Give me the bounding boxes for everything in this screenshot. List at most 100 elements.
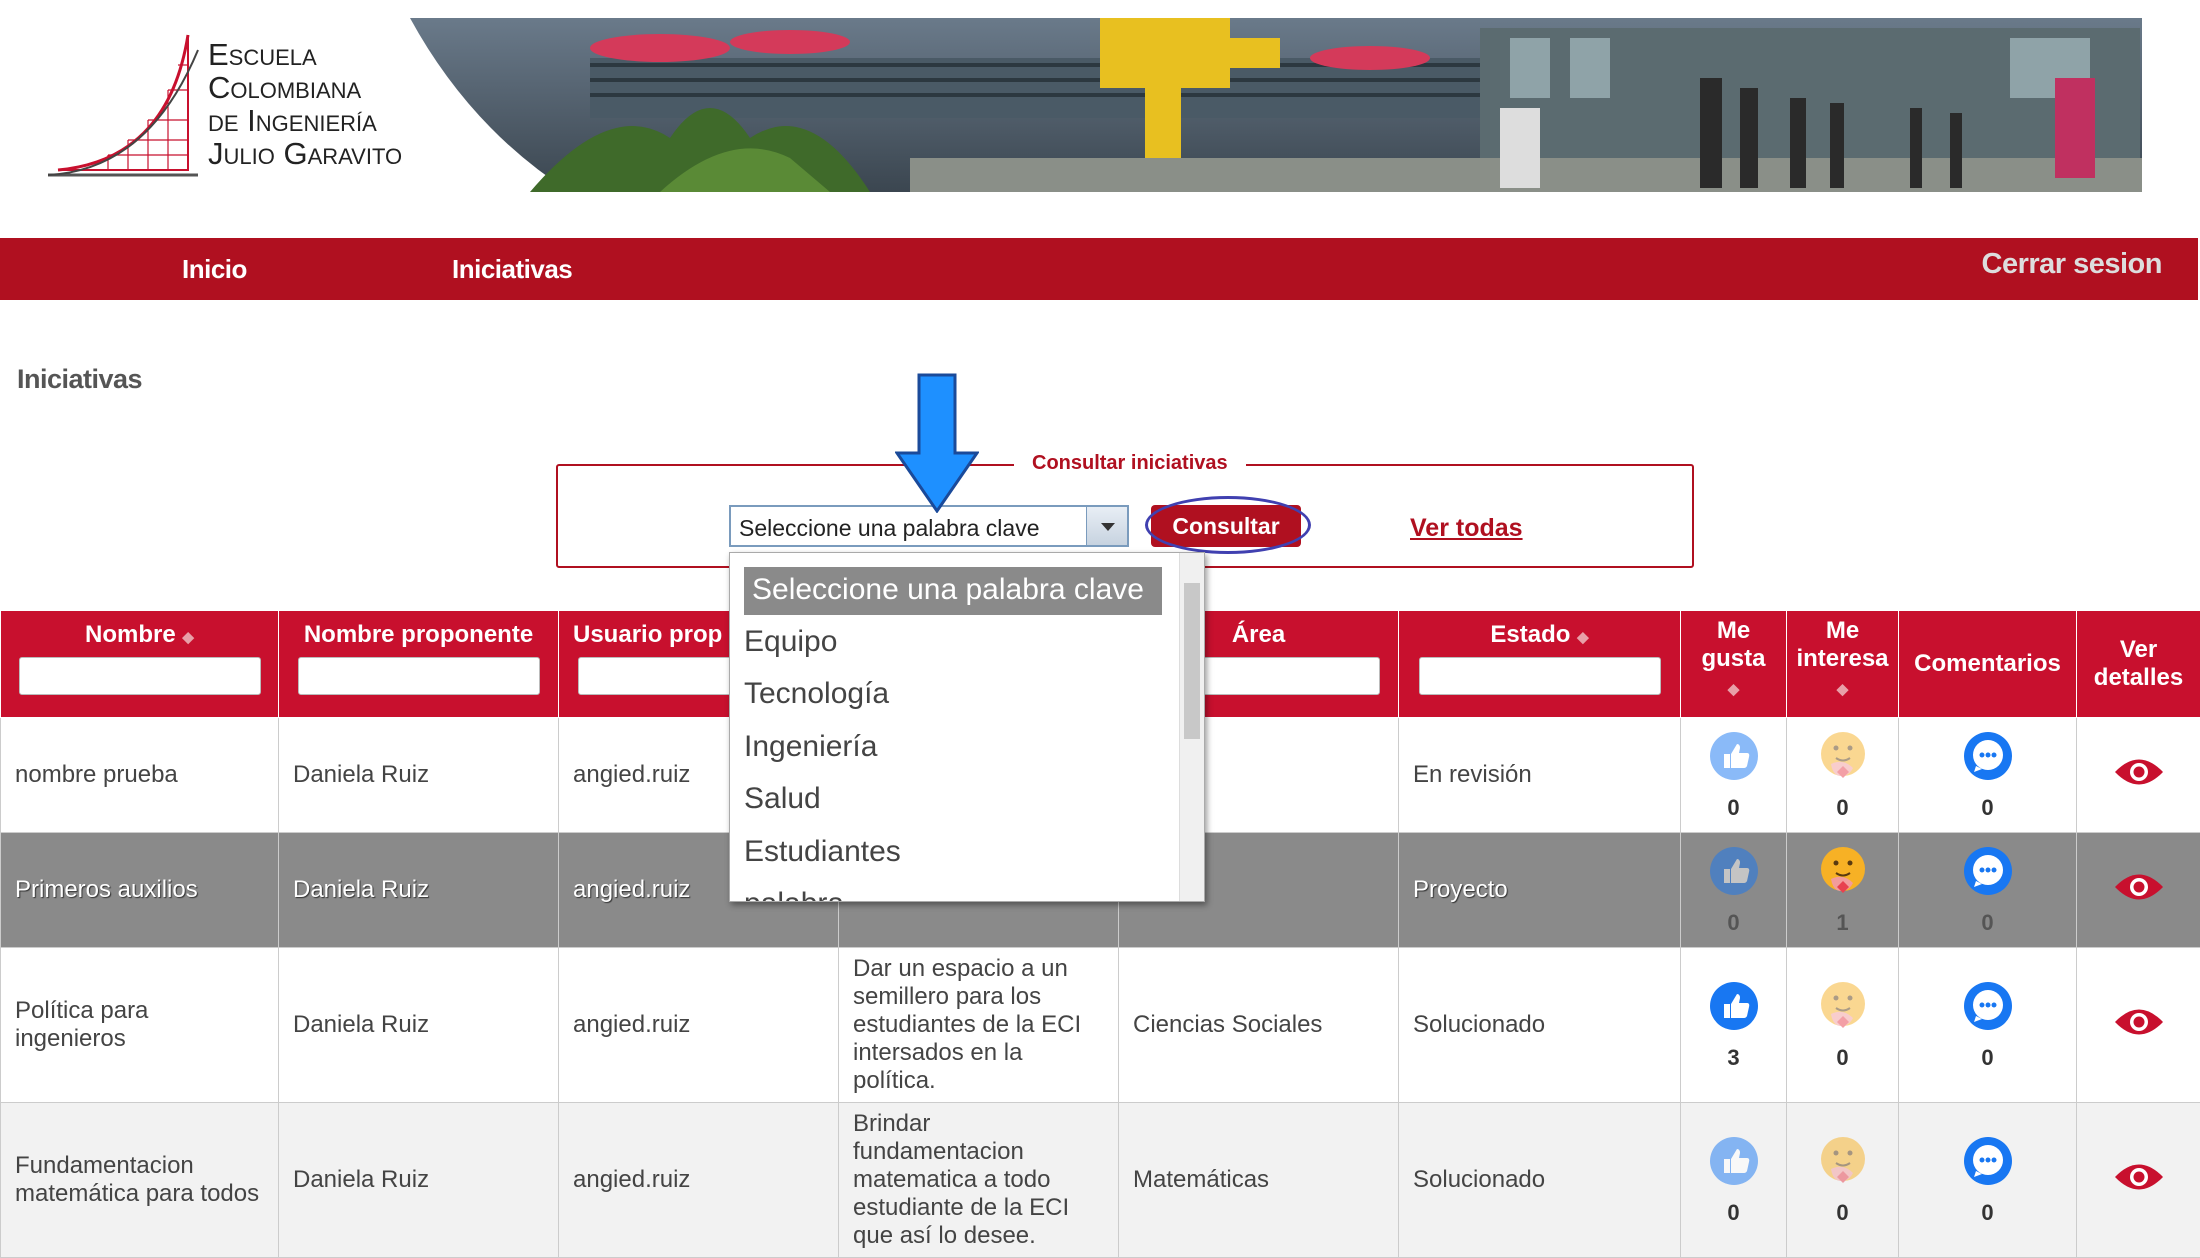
like-count: 0 [1727,910,1739,936]
dropdown-option[interactable]: Equipo [744,625,837,659]
comment-icon[interactable] [1962,730,2014,789]
cell-nombre: Primeros auxilios [1,833,279,948]
col-area-label: Área [1232,621,1285,648]
cell-me-interesa: 0 [1787,718,1899,833]
dropdown-option-label: Seleccione una palabra clave [752,573,1144,607]
annotation-arrow-icon [895,373,979,513]
cell-descripcion: Brindar fundamentacion matematica a todo… [839,1103,1119,1258]
logo-text: Escuela Colombiana de Ingeniería Julio G… [208,38,402,170]
cell-ver [2077,1103,2200,1258]
keyword-select-value: Seleccione una palabra clave [739,515,1039,542]
col-comentarios: Comentarios [1899,611,2077,718]
logo-grid-icon [48,30,208,180]
sort-icon[interactable]: ◆ [182,629,194,646]
scrollbar-thumb[interactable] [1184,583,1200,739]
cell-estado: Solucionado [1399,948,1681,1103]
cell-ver [2077,833,2200,948]
table-row[interactable]: Fundamentacion matemática para todos Dan… [1,1103,2200,1258]
cell-me-gusta: 3 [1681,948,1787,1103]
cell-estado: Proyecto [1399,833,1681,948]
cell-nombre: nombre prueba [1,718,279,833]
dropdown-option[interactable]: Tecnología [744,677,889,711]
keyword-dropdown-list[interactable]: Seleccione una palabra clave Equipo Tecn… [729,552,1205,902]
dropdown-option[interactable]: Ingeniería [744,730,877,764]
col-me-gusta-label: Me gusta [1701,617,1765,672]
cell-me-interesa: 0 [1787,1103,1899,1258]
logo-line-1: Escuela [208,38,402,71]
care-icon[interactable] [1817,845,1869,904]
comment-count: 0 [1981,1045,1993,1071]
search-legend: Consultar iniciativas [1014,452,1246,475]
cell-proponente: Daniela Ruiz [279,948,559,1103]
like-icon[interactable] [1708,1135,1760,1194]
col-nombre[interactable]: Nombre ◆ [1,611,279,718]
cell-comentarios: 0 [1899,718,2077,833]
cell-ver [2077,718,2200,833]
eye-icon[interactable] [2113,1018,2165,1045]
sort-icon[interactable]: ◆ [1728,681,1740,698]
cell-area: Matemáticas [1119,1103,1399,1258]
dropdown-option[interactable]: Salud [744,782,821,816]
care-icon[interactable] [1817,980,1869,1039]
cell-proponente: Daniela Ruiz [279,718,559,833]
table-row[interactable]: Política para ingenieros Daniela Ruiz an… [1,948,2200,1103]
dropdown-scrollbar[interactable] [1179,553,1204,901]
comment-count: 0 [1981,795,1993,821]
col-proponente-label: Nombre proponente [304,621,533,648]
col-comentarios-label: Comentarios [1914,650,2061,677]
like-count: 0 [1727,1200,1739,1226]
col-ver-label: Ver detalles [2094,636,2183,691]
filter-nombre-input[interactable] [19,657,261,695]
dropdown-arrow-icon[interactable] [1086,507,1127,545]
cell-descripcion: Dar un espacio a un semillero para los e… [839,948,1119,1103]
col-estado[interactable]: Estado ◆ [1399,611,1681,718]
dropdown-option[interactable]: Estudiantes [744,835,901,869]
cell-estado: Solucionado [1399,1103,1681,1258]
cell-comentarios: 0 [1899,948,2077,1103]
sort-icon[interactable]: ◆ [1837,681,1849,698]
logo-line-2: Colombiana [208,71,402,104]
comment-icon[interactable] [1962,1135,2014,1194]
like-count: 3 [1727,1045,1739,1071]
logo-line-4: Julio Garavito [208,137,402,170]
interest-count: 0 [1836,1045,1848,1071]
site-header: Escuela Colombiana de Ingeniería Julio G… [0,0,2200,238]
comment-icon[interactable] [1962,845,2014,904]
col-nombre-label: Nombre [85,621,176,648]
cell-comentarios: 0 [1899,1103,2077,1258]
comment-icon[interactable] [1962,980,2014,1039]
cell-me-interesa: 1 [1787,833,1899,948]
dropdown-option-selected[interactable]: Seleccione una palabra clave [744,567,1162,615]
eye-icon[interactable] [2113,768,2165,795]
filter-estado-input[interactable] [1419,657,1661,695]
cell-proponente: Daniela Ruiz [279,833,559,948]
eye-icon[interactable] [2113,883,2165,910]
col-me-gusta[interactable]: Me gusta ◆ [1681,611,1787,718]
col-proponente: Nombre proponente [279,611,559,718]
dropdown-option[interactable]: palabra [744,887,844,902]
like-icon[interactable] [1708,730,1760,789]
comment-count: 0 [1981,910,1993,936]
col-me-interesa-label: Me interesa [1796,617,1888,672]
care-icon[interactable] [1817,1135,1869,1194]
cell-ver [2077,948,2200,1103]
sort-icon[interactable]: ◆ [1577,629,1589,646]
view-all-link[interactable]: Ver todas [1410,514,1523,543]
cell-nombre: Fundamentacion matemática para todos [1,1103,279,1258]
like-icon[interactable] [1708,845,1760,904]
page-title: Iniciativas [17,364,142,395]
cell-me-gusta: 0 [1681,833,1787,948]
cell-usuario: angied.ruiz [559,948,839,1103]
cell-usuario: angied.ruiz [559,1103,839,1258]
main-navbar: Inicio Iniciativas Cerrar sesion [0,238,2198,300]
nav-iniciativas-link[interactable]: Iniciativas [452,254,572,285]
cell-me-interesa: 0 [1787,948,1899,1103]
care-icon[interactable] [1817,730,1869,789]
logout-link[interactable]: Cerrar sesion [1982,248,2163,281]
filter-proponente-input[interactable] [298,657,540,695]
eye-icon[interactable] [2113,1173,2165,1200]
like-icon[interactable] [1708,980,1760,1039]
nav-inicio-link[interactable]: Inicio [182,254,247,285]
cell-nombre: Política para ingenieros [1,948,279,1103]
col-me-interesa[interactable]: Me interesa ◆ [1787,611,1899,718]
